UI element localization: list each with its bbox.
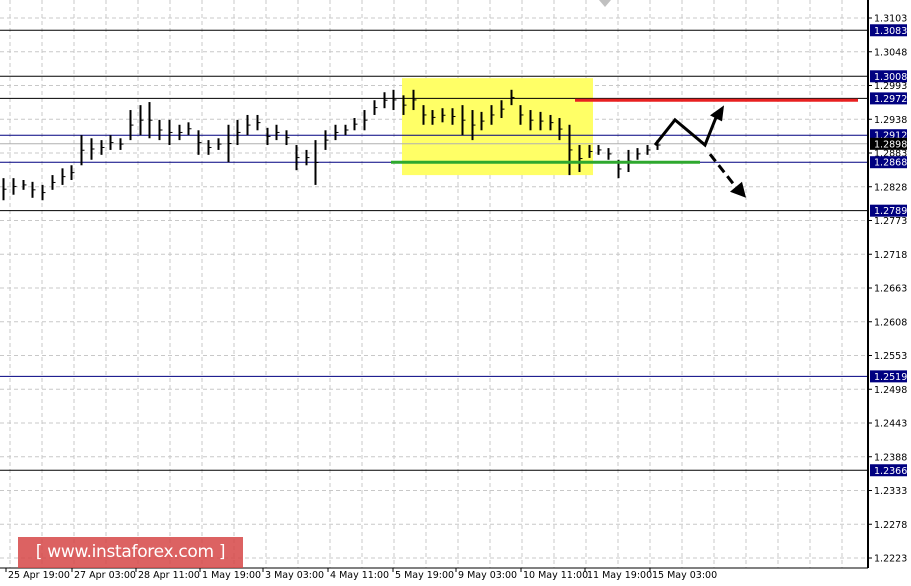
y-tick-label: 1.2388: [874, 452, 907, 463]
current-price-label: 1.2898: [874, 139, 907, 150]
y-tick-label: 1.2223: [874, 554, 907, 565]
x-tick-label: 28 Apr 11:00: [138, 570, 200, 581]
y-tick-label: 1.2278: [874, 520, 907, 531]
y-tick-label: 1.2828: [874, 182, 907, 193]
x-tick-label: 10 May 11:00: [523, 570, 588, 581]
y-tick-label: 1.2773: [874, 216, 907, 227]
x-tick-label: 5 May 19:00: [395, 570, 454, 581]
y-tick-label: 1.2938: [874, 115, 907, 126]
x-tick-label: 25 Apr 19:00: [8, 570, 70, 581]
level-label: 1.3083: [874, 26, 907, 37]
x-tick-label: 15 May 03:00: [652, 570, 717, 581]
y-tick-label: 1.2498: [874, 385, 907, 396]
level-label: 1.2789: [874, 206, 907, 217]
level-label: 1.2366: [874, 466, 907, 477]
scroll-marker-icon: [599, 0, 611, 7]
instaforex-watermark: [ www.instaforex.com ]: [18, 537, 243, 568]
x-axis-ticks: 25 Apr 19:00 27 Apr 03:00 28 Apr 11:00 1 Ma…: [5, 568, 717, 581]
x-tick-label: 11 May 19:00: [587, 570, 652, 581]
x-tick-label: 27 Apr 03:00: [74, 570, 136, 581]
price-chart: 1.31031.30481.29931.29381.28831.28281.27…: [0, 0, 907, 581]
x-tick-label: 1 May 19:00: [202, 570, 261, 581]
y-tick-label: 1.2663: [874, 284, 907, 295]
level-label: 1.3008: [874, 72, 907, 83]
y-tick-label: 1.2553: [874, 351, 907, 362]
y-tick-label: 1.3048: [874, 47, 907, 58]
y-tick-label: 1.2608: [874, 317, 907, 328]
x-tick-label: 3 May 03:00: [265, 570, 324, 581]
level-label: 1.2972: [874, 94, 907, 105]
forecast-up-path: [653, 116, 718, 148]
y-tick-label: 1.3103: [874, 14, 907, 25]
y-tick-label: 1.2718: [874, 250, 907, 261]
y-tick-label: 1.2333: [874, 486, 907, 497]
x-tick-label: 4 May 11:00: [330, 570, 389, 581]
x-tick-label: 9 May 03:00: [458, 570, 517, 581]
arrow-down-icon: [730, 181, 746, 198]
consolidation-zone: [402, 78, 593, 176]
y-tick-label: 1.2443: [874, 419, 907, 430]
level-label: 1.2519: [874, 372, 907, 383]
level-label: 1.2868: [874, 158, 907, 169]
